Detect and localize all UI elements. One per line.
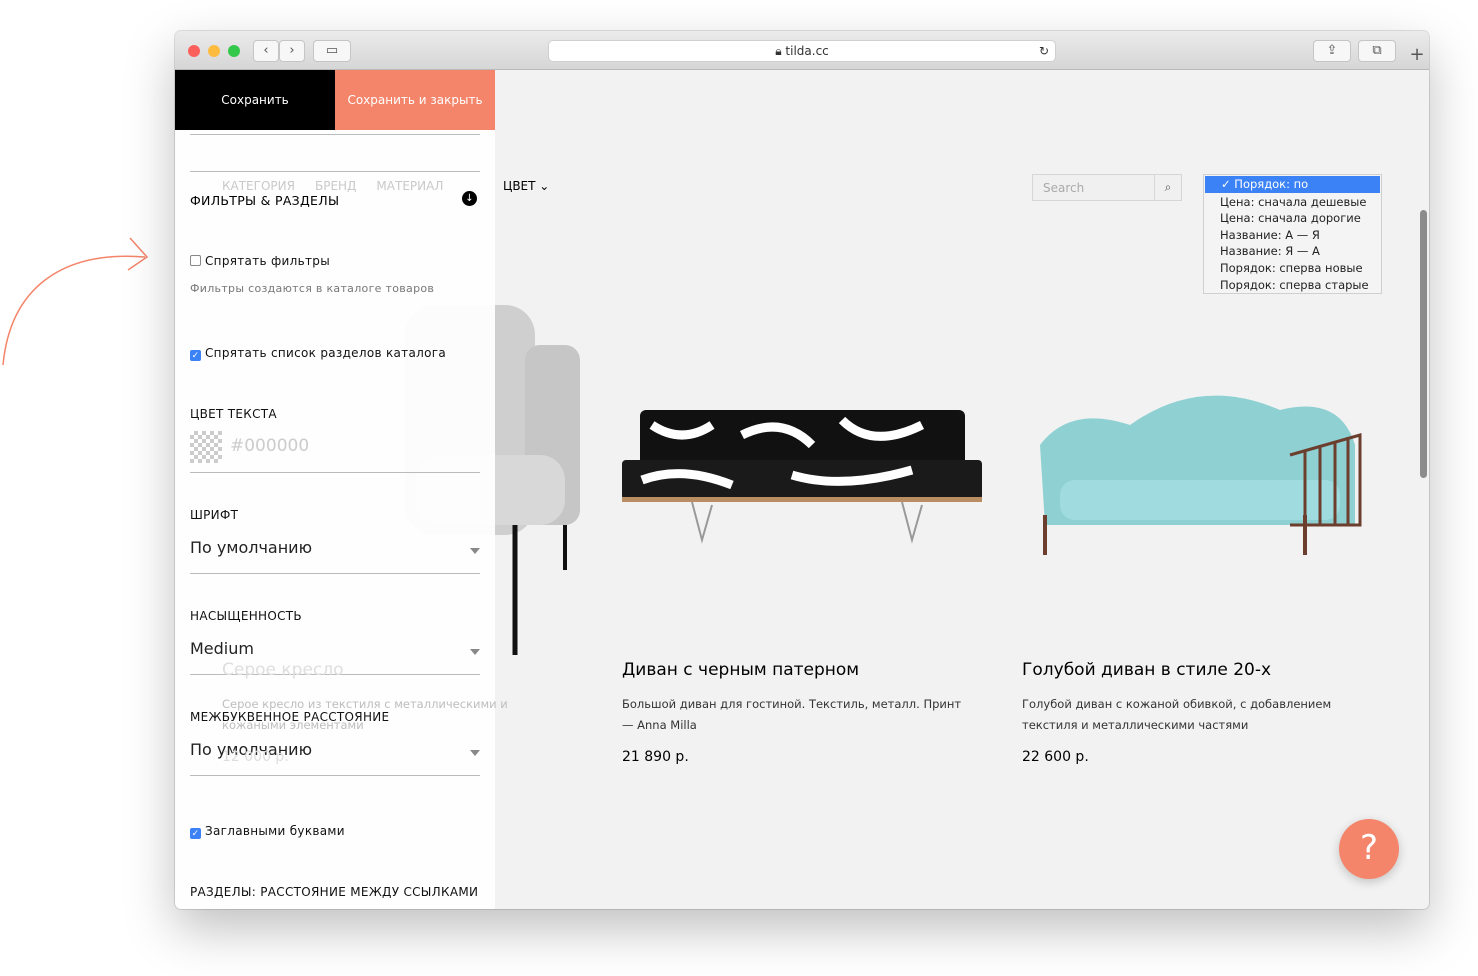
new-tab-icon[interactable]: + bbox=[1405, 45, 1429, 67]
tabs-icon[interactable]: ⧉ bbox=[1358, 40, 1396, 62]
decorative-arrow bbox=[2, 237, 149, 366]
spacing-select[interactable]: По умолчанию bbox=[190, 740, 312, 759]
sort-option[interactable]: Порядок: сперва новые bbox=[1204, 260, 1381, 277]
address-bar[interactable]: 🔒︎ tilda.cc ↻ bbox=[548, 40, 1056, 62]
search-icon[interactable]: ⌕ bbox=[1154, 175, 1181, 200]
share-icon[interactable]: ⇪ bbox=[1313, 40, 1351, 62]
lock-icon: 🔒︎ bbox=[775, 44, 782, 58]
divider bbox=[190, 134, 480, 135]
product-description: Голубой диван с кожаной обивкой, с добав… bbox=[1022, 697, 1332, 732]
section-title: ФИЛЬТРЫ & РАЗДЕЛЫ bbox=[190, 193, 340, 208]
sort-option[interactable]: Порядок: сперва старые bbox=[1204, 277, 1381, 294]
sidebar-icon[interactable]: ▭ bbox=[313, 40, 351, 62]
divider bbox=[190, 171, 480, 172]
reload-icon[interactable]: ↻ bbox=[1039, 41, 1049, 62]
checkbox[interactable]: ✓ bbox=[190, 350, 201, 361]
dropdown-arrow-icon bbox=[470, 750, 480, 756]
search-input[interactable]: Search ⌕ bbox=[1032, 174, 1182, 201]
product-price: 22 600 р. bbox=[1022, 749, 1089, 765]
zoom-button[interactable] bbox=[228, 45, 240, 57]
hide-sections-checkbox[interactable]: ✓ Спрятать список разделов каталога bbox=[190, 346, 446, 361]
help-button[interactable]: ? bbox=[1339, 819, 1399, 879]
uppercase-checkbox[interactable]: ✓ Заглавными буквами bbox=[190, 824, 345, 839]
weight-select[interactable]: Medium bbox=[190, 639, 254, 658]
product-price: 21 890 р. bbox=[622, 749, 689, 765]
hide-filters-checkbox[interactable]: Спрятать фильтры bbox=[190, 254, 330, 268]
sort-option[interactable]: Название: А — Я bbox=[1204, 227, 1381, 244]
sort-option[interactable]: Цена: сначала дорогие bbox=[1204, 210, 1381, 227]
sort-option[interactable]: Название: Я — А bbox=[1204, 243, 1381, 260]
product-card[interactable]: Голубой диван в стиле 20-х Голубой диван… bbox=[1022, 660, 1372, 765]
font-select[interactable]: По умолчанию bbox=[190, 538, 312, 557]
product-card[interactable]: Диван с черным патерном Большой диван дл… bbox=[622, 660, 972, 765]
checkbox[interactable]: ✓ bbox=[190, 828, 201, 839]
browser-window: ‹ › ▭ 🔒︎ tilda.cc ↻ ⇪ ⧉ + КАТЕГОРИЯ БРЕНД… bbox=[175, 31, 1429, 909]
sort-option[interactable]: Цена: сначала дешевые bbox=[1204, 194, 1381, 211]
black-pattern-sofa-image[interactable] bbox=[622, 405, 982, 545]
dropdown-arrow-icon bbox=[470, 649, 480, 655]
product-description: Большой диван для гостиной. Текстиль, ме… bbox=[622, 697, 962, 732]
page-content: КАТЕГОРИЯ БРЕНД МАТЕРИАЛ ЦВЕТ ⌄ Search ⌕ … bbox=[175, 70, 1429, 909]
checkbox[interactable] bbox=[190, 255, 201, 266]
close-button[interactable] bbox=[188, 45, 200, 57]
text-color-label: ЦВЕТ ТЕКСТА bbox=[190, 407, 277, 421]
color-swatch[interactable] bbox=[190, 431, 222, 463]
chevron-down-icon: ⌄ bbox=[539, 179, 550, 193]
text-color-input[interactable]: #000000 bbox=[230, 436, 309, 456]
product-title[interactable]: Диван с черным патерном bbox=[622, 660, 972, 680]
arrow-down-circle-icon[interactable]: ↓ bbox=[462, 191, 477, 206]
save-close-button[interactable]: Сохранить и закрыть bbox=[335, 70, 495, 130]
filter-color[interactable]: ЦВЕТ ⌄ bbox=[503, 179, 549, 193]
minimize-button[interactable] bbox=[208, 45, 220, 57]
filters-hint: Фильтры создаются в каталоге товаров bbox=[190, 282, 435, 295]
forward-icon[interactable]: › bbox=[279, 40, 305, 62]
sort-dropdown[interactable]: ✓ Порядок: по умолчанию Цена: сначала де… bbox=[1203, 174, 1382, 295]
links-spacing-label: РАЗДЕЛЫ: РАССТОЯНИЕ МЕЖДУ ССЫЛКАМИ bbox=[190, 885, 479, 899]
sort-option[interactable]: ✓ Порядок: по умолчанию bbox=[1205, 176, 1380, 208]
weight-label: НАСЫЩЕННОСТЬ bbox=[190, 609, 302, 623]
spacing-label: МЕЖБУКВЕННОЕ РАССТОЯНИЕ bbox=[190, 710, 390, 724]
browser-toolbar: ‹ › ▭ 🔒︎ tilda.cc ↻ ⇪ ⧉ + bbox=[175, 31, 1429, 70]
blue-sofa-image[interactable] bbox=[1030, 385, 1365, 565]
scrollbar[interactable] bbox=[1420, 210, 1427, 478]
font-label: ШРИФТ bbox=[190, 508, 239, 522]
save-button[interactable]: Сохранить bbox=[175, 70, 335, 130]
back-icon[interactable]: ‹ bbox=[253, 40, 279, 62]
product-title[interactable]: Голубой диван в стиле 20-х bbox=[1022, 660, 1372, 680]
settings-panel: Сохранить Сохранить и закрыть ФИЛЬТРЫ & … bbox=[175, 70, 495, 909]
dropdown-arrow-icon bbox=[470, 548, 480, 554]
